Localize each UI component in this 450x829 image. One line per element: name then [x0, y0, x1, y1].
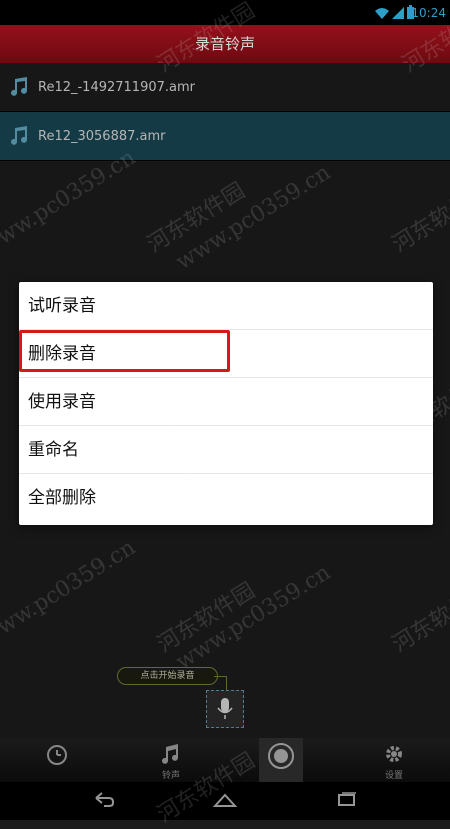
highlight-box [19, 330, 230, 372]
menu-item-preview[interactable]: 试听录音 [19, 282, 433, 330]
context-menu: 试听录音 删除录音 使用录音 重命名 全部删除 [19, 282, 433, 525]
menu-item-delete-all[interactable]: 全部删除 [19, 474, 433, 522]
menu-item-rename[interactable]: 重命名 [19, 426, 433, 474]
menu-item-use[interactable]: 使用录音 [19, 378, 433, 426]
